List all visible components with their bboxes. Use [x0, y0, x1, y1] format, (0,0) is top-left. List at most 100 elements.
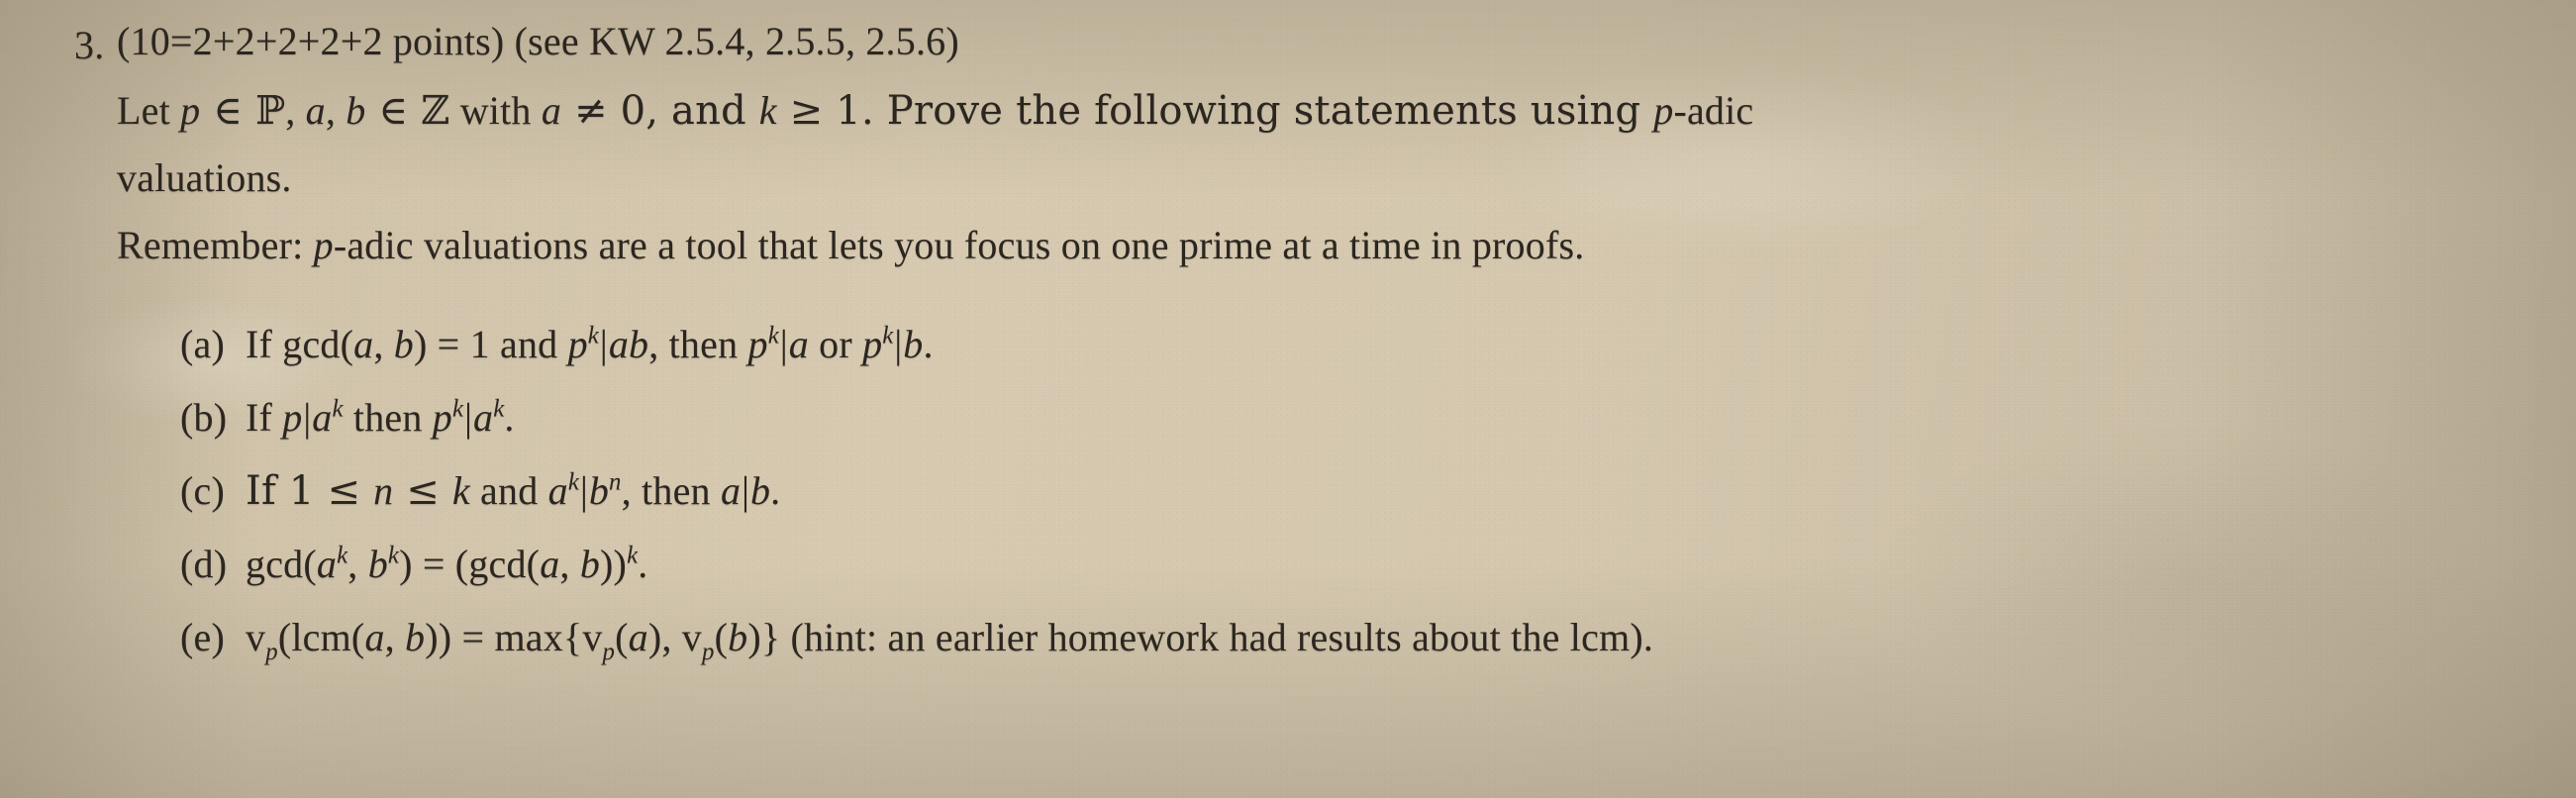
var-p: p: [180, 88, 201, 133]
e-val-sub-p-1: p: [265, 639, 278, 665]
problem-item-d: (d) gcd(ak, bk) = (gcd(a, b))k.: [180, 542, 648, 586]
var-k-1: k: [758, 88, 777, 133]
d-text-2: ,: [347, 542, 368, 586]
text-comma-1: ,: [285, 88, 306, 133]
problem-header-text: (10=2+2+2+2+2 points) (see KW 2.5.4, 2.5…: [117, 19, 959, 63]
e-val-v-2: v: [582, 615, 603, 659]
a-text-1: If gcd(: [246, 322, 354, 366]
e-var-b-1: b: [405, 615, 426, 659]
a-text-2: ,: [373, 322, 394, 366]
c-divides-bar-2: |: [741, 468, 750, 513]
a-text-4: , then: [648, 322, 748, 366]
c-text-4: , then: [621, 468, 721, 513]
c-text-1: If 1 ≤: [246, 468, 374, 514]
problem-statement-line-2: valuations.: [117, 158, 292, 198]
e-var-b-2: b: [728, 615, 748, 659]
c-exp-n: n: [609, 468, 622, 496]
problem-text-block: 3. (10=2+2+2+2+2 points) (see KW 2.5.4, …: [0, 0, 2576, 798]
d-exp-k-3: k: [627, 542, 639, 569]
b-text-3: .: [504, 395, 515, 440]
problem-item-a: (a) If gcd(a, b) = 1 and pk|ab, then pk|a…: [180, 322, 934, 366]
c-text-3: and: [469, 468, 548, 513]
e-text-2: ,: [384, 615, 406, 659]
c-divides-bar-1: |: [579, 468, 589, 513]
e-var-a-1: a: [364, 615, 385, 659]
d-text-5: )): [600, 542, 628, 586]
b-var-p-2: p: [432, 395, 452, 440]
c-exp-k: k: [567, 468, 580, 496]
a-text-3: ) = 1 and: [413, 322, 568, 366]
a-var-b: b: [393, 322, 414, 366]
c-var-k: k: [451, 468, 470, 513]
a-text-6: .: [923, 322, 934, 366]
a-var-p-2: p: [747, 322, 768, 366]
b-var-p-1: p: [282, 395, 303, 440]
text-remember-prefix: Remember:: [117, 223, 314, 267]
var-p-adic: p: [1653, 88, 1674, 133]
b-divides-bar-2: |: [463, 395, 473, 440]
text-adic-suffix: -adic: [1673, 88, 1754, 133]
problem-item-e: (e) vp(lcm(a, b)) = max{vp(a), vp(b)} (hi…: [180, 615, 1654, 664]
a-divides-bar-3: |: [894, 322, 903, 366]
item-label-a: (a): [180, 322, 225, 366]
b-divides-bar-1: |: [303, 395, 312, 440]
problem-remember-line: Remember: p-adic valuations are a tool t…: [117, 226, 1584, 265]
problem-statement-line-1: Let p ∈ ℙ, a, b ∈ ℤ with a ≠ 0, and k ≥ …: [117, 88, 1754, 134]
e-text-7: )} (hint: an earlier homework had result…: [747, 615, 1654, 659]
e-text-5: ),: [647, 615, 682, 659]
d-text-3: ) = (gcd(: [399, 542, 541, 586]
a-exp-k-2: k: [767, 322, 779, 349]
d-text-1: gcd(: [246, 542, 317, 586]
e-text-4: (: [615, 615, 629, 659]
e-val-v-1: v: [246, 615, 266, 659]
var-p-remember: p: [313, 223, 334, 267]
c-var-n-1: n: [373, 468, 394, 513]
problem-header-line: (10=2+2+2+2+2 points) (see KW 2.5.4, 2.5…: [117, 22, 959, 61]
a-divides-bar-2: |: [779, 322, 788, 366]
b-exp-k-3: k: [493, 395, 505, 423]
set-integers: ℤ: [421, 88, 450, 134]
item-label-b: (b): [180, 395, 228, 440]
b-var-a-2: a: [473, 395, 494, 440]
e-val-sub-p-2: p: [602, 639, 616, 665]
text-valuations: valuations.: [117, 155, 292, 200]
d-text-6: .: [638, 542, 648, 586]
a-var-p-1: p: [567, 322, 588, 366]
a-text-5: or: [808, 322, 863, 366]
scanned-page: 3. (10=2+2+2+2+2 points) (see KW 2.5.4, …: [0, 0, 2576, 798]
text-let: Let: [117, 88, 181, 133]
text-comma-2: ,: [325, 88, 347, 133]
text-with: with: [449, 88, 542, 133]
a-exp-k-1: k: [587, 322, 599, 349]
e-text-6: (: [714, 615, 729, 659]
var-b-1: b: [346, 88, 366, 133]
a-var-p-3: p: [862, 322, 883, 366]
a-exp-k-3: k: [882, 322, 894, 349]
e-text-3: )) = max{: [425, 615, 583, 659]
d-exp-k-1: k: [337, 542, 348, 569]
a-var-ab: ab: [608, 322, 649, 366]
c-var-b-2: b: [749, 468, 771, 513]
item-label-e: (e): [180, 615, 225, 659]
a-var-a-2: a: [788, 322, 809, 366]
b-var-a-1: a: [312, 395, 333, 440]
a-var-b-2: b: [903, 322, 924, 366]
text-in-2: ∈: [365, 88, 422, 134]
a-var-a: a: [353, 322, 374, 366]
c-var-a-2: a: [720, 468, 742, 513]
set-primes: ℙ: [254, 88, 286, 134]
c-var-b-1: b: [588, 468, 610, 513]
e-val-sub-p-3: p: [702, 639, 715, 665]
d-text-4: ,: [559, 542, 580, 586]
text-in-1: ∈: [200, 88, 255, 134]
e-val-v-3: v: [681, 615, 702, 659]
var-a-2: a: [541, 88, 562, 133]
d-var-a-1: a: [316, 542, 338, 586]
a-divides-bar-1: |: [599, 322, 609, 366]
b-text-2: then: [343, 395, 433, 440]
b-exp-k-1: k: [332, 395, 344, 423]
e-var-a-2: a: [628, 615, 648, 659]
c-text-2: ≤: [393, 468, 452, 514]
c-text-5: .: [770, 468, 781, 513]
text-geq-one-prove: ≥ 1. Prove the following statements usin…: [776, 88, 1654, 134]
